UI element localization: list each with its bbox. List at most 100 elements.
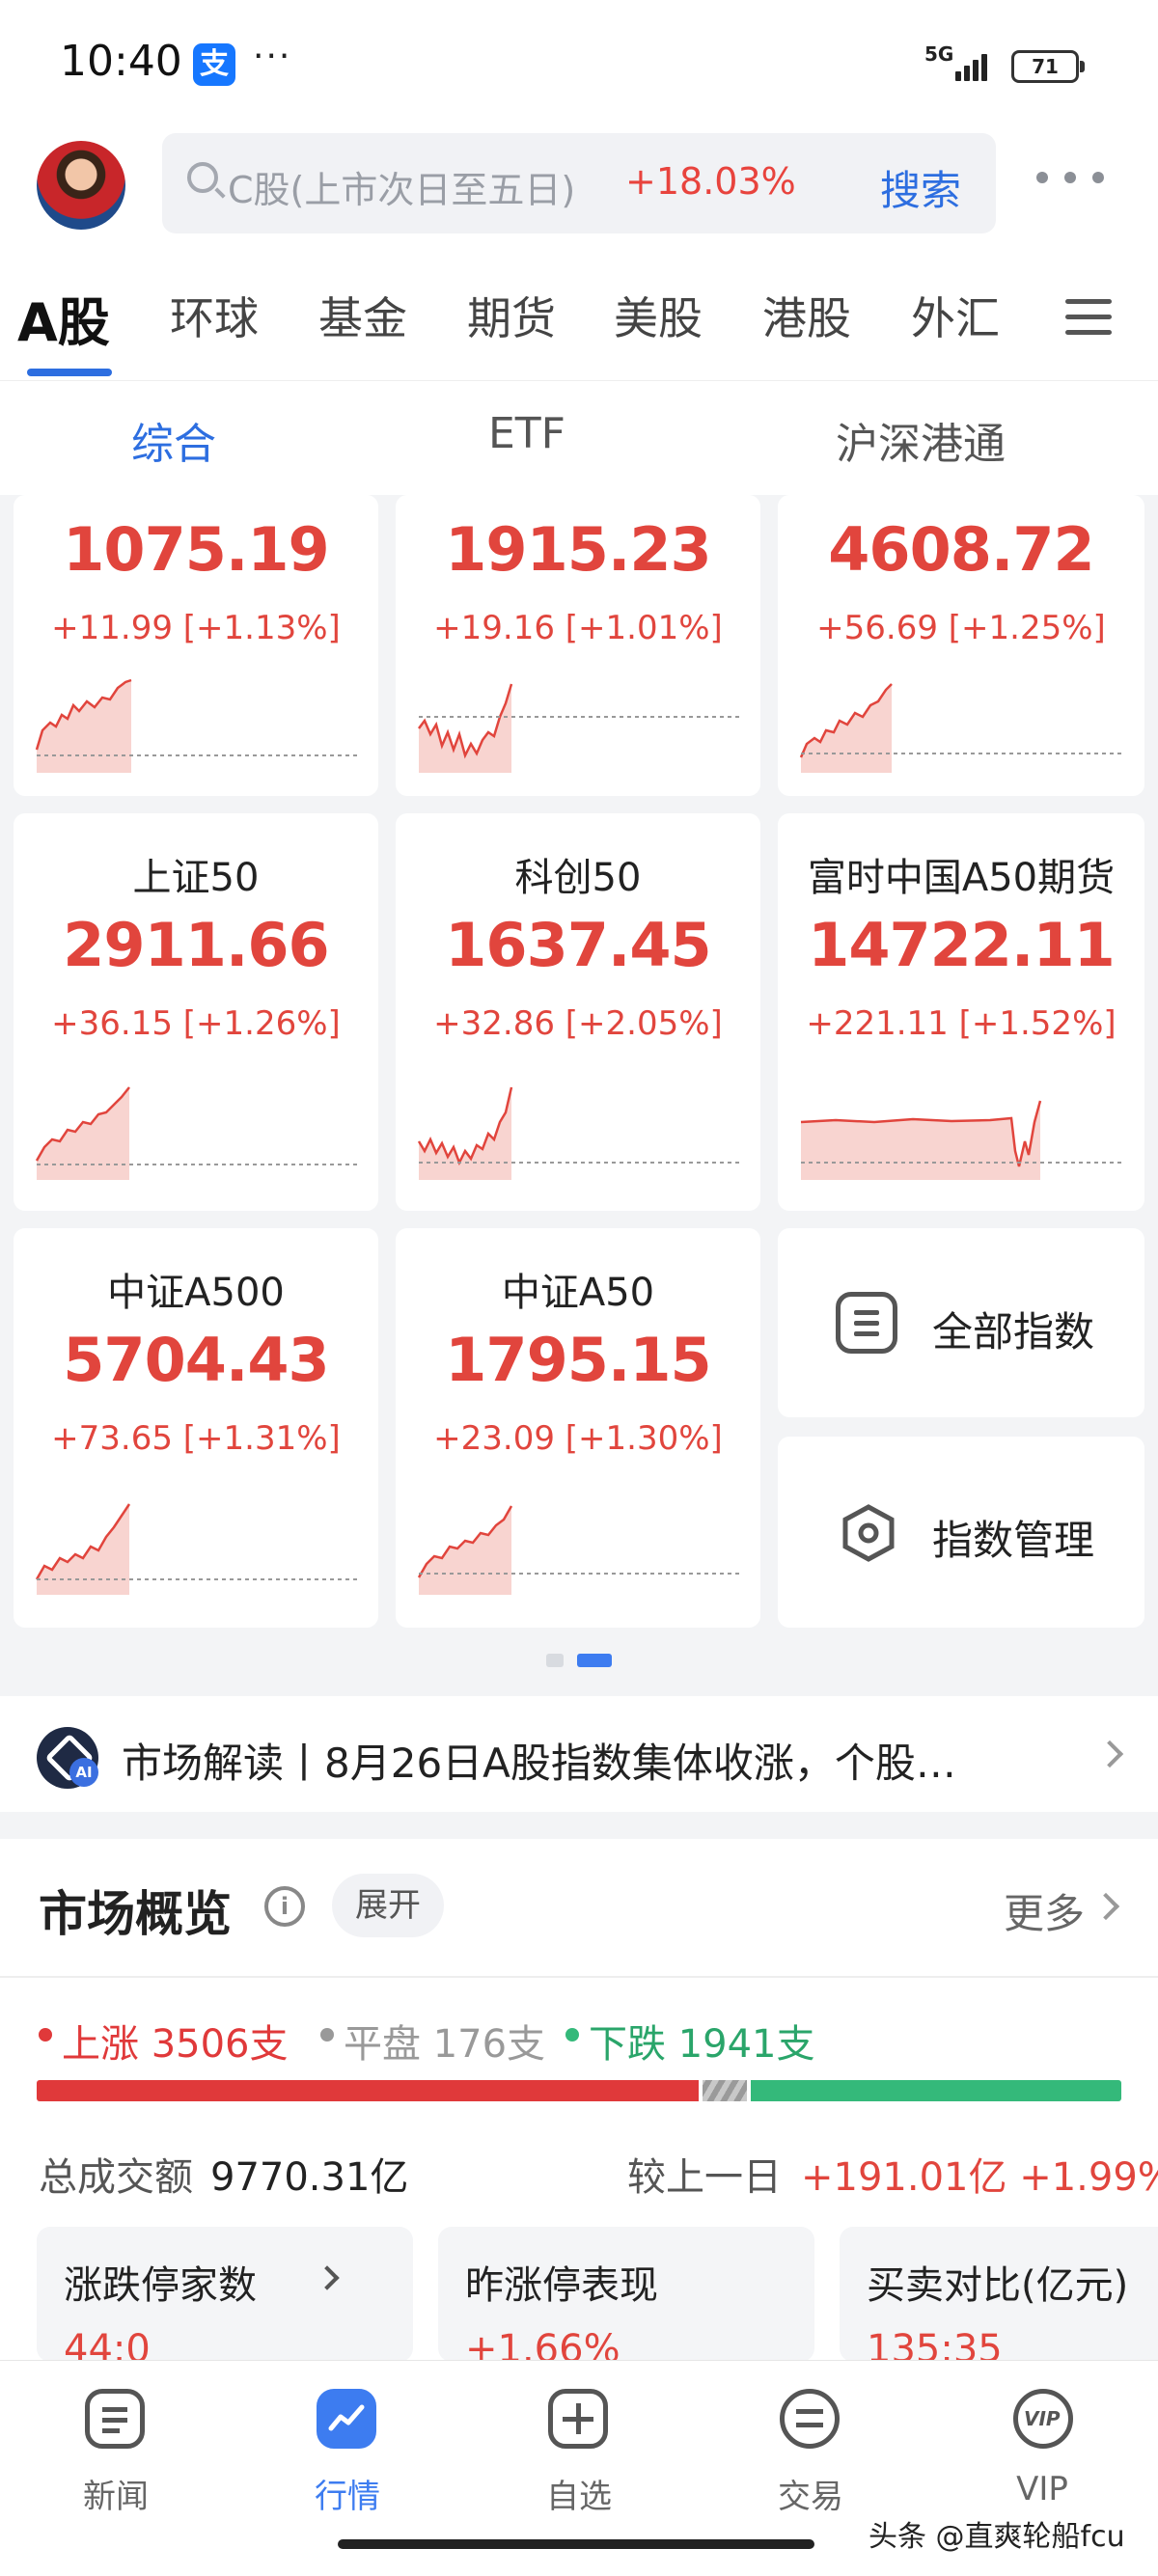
yesterday-limit-title: 昨涨停表现 xyxy=(465,2263,658,2308)
all-indices-button[interactable]: 全部指数 xyxy=(778,1228,1144,1417)
index-name: 富时中国A50期货 xyxy=(807,856,1116,900)
index-card-csi-a500[interactable]: 中证A500 5704.43 +73.65 [+1.31%] xyxy=(14,1228,378,1628)
index-card[interactable]: 4608.72 +56.69 [+1.25%] xyxy=(778,495,1144,796)
up-dot xyxy=(39,2028,52,2042)
chevron-right-icon xyxy=(315,2265,340,2290)
sparkline xyxy=(35,678,357,773)
search-placeholder[interactable]: C股(上市次日至五日) xyxy=(228,160,575,213)
more-icon[interactable] xyxy=(1036,166,1104,185)
menu-icon[interactable] xyxy=(1065,295,1112,338)
news-icon[interactable] xyxy=(85,2389,145,2449)
index-change: +73.65 [+1.31%] xyxy=(51,1419,341,1458)
nav-trade[interactable]: 交易 xyxy=(753,2470,868,2517)
compare-label: 较上一日 xyxy=(627,2155,782,2200)
list-icon xyxy=(836,1292,897,1354)
subtab-connect[interactable]: 沪深港通 xyxy=(836,409,1006,471)
nav-watchlist[interactable]: 自选 xyxy=(521,2470,637,2517)
tab-a-shares[interactable]: A股 xyxy=(17,280,110,356)
index-change: +32.86 [+2.05%] xyxy=(433,1004,723,1043)
sparkline xyxy=(35,1503,357,1595)
index-value: 4608.72 xyxy=(828,514,1094,585)
ai-badge: AI xyxy=(69,1758,98,1787)
index-card-a50-futures[interactable]: 富时中国A50期货 14722.11 +221.11 [+1.52%] xyxy=(778,813,1144,1211)
nav-news[interactable]: 新闻 xyxy=(58,2470,174,2517)
tab-futures[interactable]: 期货 xyxy=(467,284,556,347)
divider xyxy=(0,1976,1158,1978)
index-card-star50[interactable]: 科创50 1637.45 +32.86 [+2.05%] xyxy=(396,813,760,1211)
search-button[interactable]: 搜索 xyxy=(880,158,961,217)
turnover-label: 总成交额 xyxy=(39,2155,193,2200)
decline-bar xyxy=(751,2080,1121,2101)
index-change: +221.11 [+1.52%] xyxy=(806,1004,1117,1043)
search-hint-change: +18.03% xyxy=(625,160,796,203)
index-value: 5704.43 xyxy=(63,1325,329,1395)
index-name: 中证A500 xyxy=(107,1271,285,1315)
index-value: 2911.66 xyxy=(63,910,329,980)
nav-vip[interactable]: VIP xyxy=(984,2470,1100,2508)
index-change: +11.99 [+1.13%] xyxy=(51,609,341,647)
active-tab-indicator xyxy=(27,369,112,376)
advance-bar xyxy=(37,2080,699,2101)
index-change: +56.69 [+1.25%] xyxy=(816,609,1106,647)
tab-global[interactable]: 环球 xyxy=(170,284,259,347)
subtab-overview[interactable]: 综合 xyxy=(131,409,216,471)
up-count: 上涨 3506支 xyxy=(62,2022,289,2067)
market-chart-icon[interactable] xyxy=(317,2389,376,2449)
tab-hk-stocks[interactable]: 港股 xyxy=(762,284,851,347)
limit-stats-title: 涨跌停家数 xyxy=(64,2263,257,2308)
down-count: 下跌 1941支 xyxy=(589,2022,815,2067)
more-link[interactable]: 更多 xyxy=(1004,1881,1085,1940)
flat-bar xyxy=(703,2080,747,2101)
sparkline xyxy=(799,683,1121,773)
home-indicator[interactable] xyxy=(338,2539,814,2549)
pager-dot-active xyxy=(577,1654,612,1667)
index-change: +36.15 [+1.26%] xyxy=(51,1004,341,1043)
alipay-icon: 支 xyxy=(193,43,235,86)
expand-button[interactable]: 展开 xyxy=(332,1874,444,1937)
index-value: 1795.15 xyxy=(445,1325,711,1395)
news-headline[interactable]: 市场解读丨8月26日A股指数集体收涨，个股… xyxy=(122,1731,1058,1790)
index-manage-button[interactable]: 指数管理 xyxy=(778,1437,1144,1628)
overview-title: 市场概览 xyxy=(39,1886,232,1942)
sparkline xyxy=(418,683,739,773)
sparkline xyxy=(417,1505,739,1595)
signal-icon xyxy=(955,48,994,81)
down-dot xyxy=(565,2028,579,2042)
index-card[interactable]: 1075.19 +11.99 [+1.13%] xyxy=(14,495,378,796)
tab-forex[interactable]: 外汇 xyxy=(911,284,1000,347)
compare-value: +191.01亿 +1.99% xyxy=(801,2155,1158,2200)
buy-sell-card[interactable]: 买卖对比(亿元) 135:35 xyxy=(840,2227,1158,2371)
index-value: 14722.11 xyxy=(808,910,1116,980)
hexagon-settings-icon xyxy=(842,1504,895,1562)
index-manage-label: 指数管理 xyxy=(932,1517,1095,1564)
index-name: 上证50 xyxy=(132,856,260,900)
index-card-csi-a50[interactable]: 中证A50 1795.15 +23.09 [+1.30%] xyxy=(396,1228,760,1628)
buy-sell-title: 买卖对比(亿元) xyxy=(867,2263,1129,2308)
more-notifications-icon: ··· xyxy=(253,37,292,76)
limit-stats-card[interactable]: 涨跌停家数 44:0 xyxy=(37,2227,413,2371)
index-card[interactable]: 1915.23 +19.16 [+1.01%] xyxy=(396,495,760,796)
sparkline xyxy=(417,1086,739,1180)
index-value: 1637.45 xyxy=(445,910,711,980)
tab-funds[interactable]: 基金 xyxy=(318,284,407,347)
index-value: 1075.19 xyxy=(63,514,329,585)
info-icon[interactable]: i xyxy=(264,1886,305,1927)
pager-dot xyxy=(546,1654,564,1667)
trade-exchange-icon[interactable] xyxy=(780,2389,840,2449)
index-change: +19.16 [+1.01%] xyxy=(433,609,723,647)
tab-us-stocks[interactable]: 美股 xyxy=(614,284,703,347)
yesterday-limit-card[interactable]: 昨涨停表现 +1.66% xyxy=(438,2227,814,2371)
vip-icon[interactable]: VIP xyxy=(1013,2389,1073,2449)
turnover-value: 9770.31亿 xyxy=(210,2155,409,2200)
sparkline xyxy=(800,1100,1121,1180)
avatar[interactable] xyxy=(37,141,125,230)
nav-market[interactable]: 行情 xyxy=(290,2470,405,2517)
subtab-etf[interactable]: ETF xyxy=(488,409,565,458)
index-card-sse50[interactable]: 上证50 2911.66 +36.15 [+1.26%] xyxy=(14,813,378,1211)
add-watchlist-icon[interactable] xyxy=(548,2389,608,2449)
flat-count: 平盘 176支 xyxy=(344,2022,546,2067)
network-type: 5G xyxy=(924,42,954,66)
battery-icon: 71 xyxy=(1011,50,1085,83)
index-name: 中证A50 xyxy=(501,1271,655,1315)
index-name: 科创50 xyxy=(514,856,642,900)
